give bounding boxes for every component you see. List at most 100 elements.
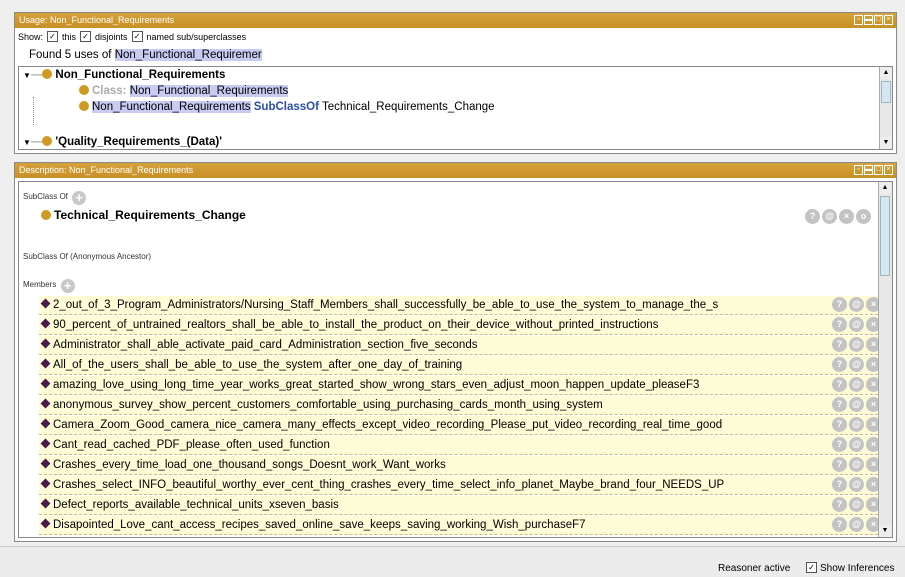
this-checkbox[interactable]: ✓ <box>47 31 59 42</box>
annotate-icon[interactable]: @ <box>849 337 864 352</box>
scroll-thumb[interactable] <box>880 196 890 276</box>
member-row-buttons: ? @ × <box>832 377 881 392</box>
annotate-icon[interactable]: @ <box>849 397 864 412</box>
annotate-icon[interactable]: @ <box>849 377 864 392</box>
tree-node-quality-requirements[interactable]: ▼— 'Quality_Requirements_(Data)' <box>23 136 222 148</box>
member-row-buttons: ? @ × <box>832 297 881 312</box>
show-label: Show: <box>18 31 44 42</box>
class-icon <box>79 101 89 111</box>
member-row[interactable]: anonymous_survey_show_percent_customers_… <box>39 396 883 415</box>
individual-icon <box>40 398 51 409</box>
annotate-icon[interactable]: @ <box>849 437 864 452</box>
explain-icon[interactable]: ? <box>832 497 847 512</box>
show-options-bar: Show: ✓ this ✓ disjoints ✓ named sub/sup… <box>15 28 896 45</box>
annotate-icon[interactable]: @ <box>849 297 864 312</box>
usage-title: Usage: Non_Functional_Requirements <box>19 15 175 25</box>
member-row[interactable]: Defect_reports_available_technical_units… <box>39 496 883 515</box>
member-row-buttons: ? @ × <box>832 437 881 452</box>
delete-icon[interactable]: × <box>839 209 854 224</box>
subclass-item[interactable]: Technical_Requirements_Change <box>41 208 246 222</box>
member-row[interactable]: Camera_Zoom_Good_camera_nice_camera_many… <box>39 416 883 435</box>
explain-icon[interactable]: ? <box>832 397 847 412</box>
tree-child-subclassof[interactable]: Non_Functional_Requirements SubClassOf T… <box>79 101 495 113</box>
explain-icon[interactable]: ? <box>832 437 847 452</box>
explain-icon[interactable]: ? <box>832 417 847 432</box>
member-row-buttons: ? @ × <box>832 317 881 332</box>
annotate-icon[interactable]: @ <box>849 457 864 472</box>
scroll-thumb[interactable] <box>881 81 891 103</box>
annotate-icon[interactable]: @ <box>849 317 864 332</box>
individual-icon <box>40 498 51 509</box>
explain-icon[interactable]: ? <box>832 317 847 332</box>
member-row[interactable]: 2_out_of_3_Program_Administrators/Nursin… <box>39 296 883 315</box>
disjoints-checkbox-label: disjoints <box>95 31 128 42</box>
axiom-target: Technical_Requirements_Change <box>321 101 495 113</box>
named-sub-superclasses-label: named sub/superclasses <box>146 31 247 42</box>
explain-icon[interactable]: ? <box>805 209 820 224</box>
explain-icon[interactable]: ? <box>832 517 847 532</box>
add-member-icon[interactable]: + <box>60 279 75 293</box>
member-row[interactable]: Cant_read_cached_PDF_please_often_used_f… <box>39 436 883 455</box>
close-icon[interactable]: × <box>884 165 893 175</box>
member-row[interactable]: Crashes_every_time_load_one_thousand_son… <box>39 456 883 475</box>
member-row-buttons: ? @ × <box>832 417 881 432</box>
annotate-icon[interactable]: @ <box>849 417 864 432</box>
minimize-icon[interactable]: ▬ <box>864 165 873 175</box>
scroll-down-icon[interactable]: ▼ <box>880 137 892 149</box>
explain-icon[interactable]: ? <box>832 337 847 352</box>
individual-icon <box>40 298 51 309</box>
member-row-buttons: ? @ × <box>832 477 881 492</box>
explain-icon[interactable]: ? <box>832 357 847 372</box>
member-row[interactable]: Disapointed_Love_cant_access_recipes_sav… <box>39 516 883 535</box>
member-row-buttons: ? @ × <box>832 337 881 352</box>
annotate-icon[interactable]: @ <box>849 497 864 512</box>
tree-child-class[interactable]: Class: Non_Functional_Requirements <box>79 85 289 97</box>
member-row[interactable]: Crashes_select_INFO_beautiful_worthy_eve… <box>39 476 883 495</box>
maximize-icon[interactable]: □ <box>874 15 883 25</box>
found-uses-text: Found 5 uses of Non_Functional_Requireme… <box>29 49 262 61</box>
member-row[interactable]: All_of_the_users_shall_be_able_to_use_th… <box>39 356 883 375</box>
explain-icon[interactable]: ? <box>832 297 847 312</box>
member-row[interactable]: Administrator_shall_able_activate_paid_c… <box>39 336 883 355</box>
individual-icon <box>40 378 51 389</box>
annotate-icon[interactable]: @ <box>822 209 837 224</box>
subclass-item-label: Technical_Requirements_Change <box>54 208 246 222</box>
member-row-buttons: ? @ × <box>832 357 881 372</box>
explain-icon[interactable]: ? <box>832 377 847 392</box>
individual-icon <box>40 458 51 469</box>
explain-icon[interactable]: ? <box>832 457 847 472</box>
maximize-icon[interactable]: □ <box>874 165 883 175</box>
member-label: Administrator_shall_able_activate_paid_c… <box>53 339 478 351</box>
edit-icon[interactable]: o <box>856 209 871 224</box>
disjoints-checkbox[interactable]: ✓ <box>80 31 92 42</box>
individual-icon <box>40 318 51 329</box>
annotate-icon[interactable]: @ <box>849 357 864 372</box>
member-row[interactable]: 90_percent_of_untrained_realtors_shall_b… <box>39 316 883 335</box>
description-title: Description: Non_Functional_Requirements <box>19 165 194 175</box>
explain-icon[interactable]: ? <box>832 477 847 492</box>
subclass-of-label: SubClass Of <box>23 192 68 201</box>
annotate-icon[interactable]: @ <box>849 477 864 492</box>
scroll-down-icon[interactable]: ▼ <box>879 525 891 537</box>
usage-scrollbar[interactable]: ▲ ▼ <box>879 67 892 149</box>
this-checkbox-label: this <box>62 31 77 42</box>
description-content: SubClass Of + Technical_Requirements_Cha… <box>18 181 893 538</box>
minimize-icon[interactable]: ▬ <box>864 15 873 25</box>
named-sub-superclasses-checkbox[interactable]: ✓ <box>131 31 143 42</box>
restore-icon[interactable]: ▫ <box>854 165 863 175</box>
individual-icon <box>40 338 51 349</box>
annotate-icon[interactable]: @ <box>849 517 864 532</box>
tree-node-non-functional[interactable]: ▼— Non_Functional_Requirements <box>23 69 225 81</box>
restore-icon[interactable]: ▫ <box>854 15 863 25</box>
description-panel: Description: Non_Functional_Requirements… <box>14 162 897 542</box>
add-subclass-icon[interactable]: + <box>72 191 87 205</box>
scroll-up-icon[interactable]: ▲ <box>880 67 892 79</box>
member-row[interactable]: amazing_love_using_long_time_year_works_… <box>39 376 883 395</box>
scroll-up-icon[interactable]: ▲ <box>879 182 891 194</box>
member-label: amazing_love_using_long_time_year_works_… <box>53 379 700 391</box>
tree-node-label: Non_Functional_Requirements <box>55 69 226 81</box>
description-scrollbar[interactable]: ▲ ▼ <box>878 182 892 537</box>
close-icon[interactable]: × <box>884 15 893 25</box>
show-inferences-checkbox[interactable]: ✓ <box>806 562 817 573</box>
member-label: Camera_Zoom_Good_camera_nice_camera_many… <box>53 419 723 431</box>
